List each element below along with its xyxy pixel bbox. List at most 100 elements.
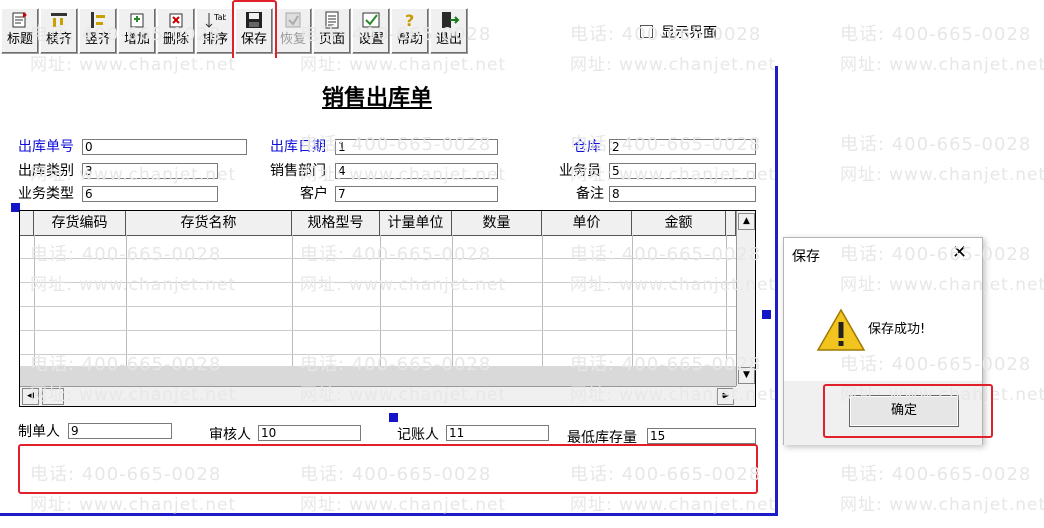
- remark-field[interactable]: 8: [609, 186, 756, 202]
- settings-button[interactable]: 设置: [352, 8, 390, 54]
- delete-button[interactable]: 删除: [157, 8, 195, 54]
- vertical-scrollbar[interactable]: ▲ ▼: [736, 211, 755, 386]
- sort-button[interactable]: Tab 排序: [196, 8, 234, 54]
- col-header-quantity[interactable]: 数量: [452, 211, 542, 235]
- watermark-phone: 电话: 400-665-0028: [840, 134, 1032, 155]
- scrollbar-corner: [736, 386, 755, 406]
- document-title: 销售出库单: [322, 85, 433, 111]
- warning-icon: [816, 308, 866, 351]
- min-stock-field[interactable]: 15: [647, 428, 756, 444]
- out-category-field[interactable]: 3: [82, 163, 218, 179]
- title-button[interactable]: 标题: [1, 8, 39, 54]
- close-icon[interactable]: ✕: [952, 244, 967, 262]
- exit-button-label: 退出: [435, 32, 462, 47]
- align-horizontal-icon: [51, 13, 67, 27]
- align-vertical-button[interactable]: 竖齐: [79, 8, 117, 54]
- svg-text:?: ?: [405, 11, 414, 29]
- out-no-field[interactable]: 0: [82, 139, 247, 155]
- col-header-unit[interactable]: 计量单位: [380, 211, 452, 235]
- svg-text:Tab: Tab: [213, 13, 226, 22]
- exit-button[interactable]: 退出: [430, 8, 468, 54]
- reviewer-field[interactable]: 10: [258, 425, 361, 441]
- page-icon: [325, 11, 339, 29]
- footer-highlight-box: [18, 444, 758, 494]
- bookkeeper-field[interactable]: 11: [446, 425, 549, 441]
- scroll-up-button[interactable]: ▲: [738, 213, 755, 230]
- maker-field[interactable]: 9: [68, 423, 172, 439]
- col-header-unit-price[interactable]: 单价: [542, 211, 632, 235]
- warehouse-field[interactable]: 2: [609, 139, 756, 155]
- checkbox-box[interactable]: [640, 25, 653, 38]
- sort-button-label: 排序: [201, 32, 228, 47]
- scroll-thumb[interactable]: [42, 388, 64, 405]
- biz-type-field[interactable]: 6: [82, 186, 218, 202]
- remark-label: 备注: [576, 186, 604, 202]
- resize-handle[interactable]: [762, 310, 771, 319]
- biz-type-label: 业务类型: [18, 186, 74, 202]
- title-button-label: 标题: [6, 32, 33, 47]
- delete-icon: [169, 13, 183, 28]
- show-interface-checkbox[interactable]: 显示界面: [640, 22, 717, 42]
- grid-row-line: [20, 282, 736, 283]
- settings-button-label: 设置: [357, 32, 384, 47]
- customer-field[interactable]: 7: [335, 186, 498, 202]
- grid-row-line: [20, 330, 736, 331]
- align-vertical-icon: [91, 12, 105, 28]
- col-header-amount[interactable]: 金额: [632, 211, 726, 235]
- grid-row-line: [20, 354, 736, 355]
- watermark-site: 网址: www.chanjet.net: [840, 495, 1044, 515]
- watermark-site: 网址: www.chanjet.net: [840, 165, 1044, 185]
- watermark-phone: 电话: 400-665-0028: [840, 464, 1032, 485]
- delete-button-label: 删除: [162, 32, 189, 47]
- align-vertical-button-label: 竖齐: [84, 32, 111, 47]
- frame-right-border: [775, 66, 778, 516]
- bookkeeper-label: 记账人: [397, 427, 439, 443]
- col-header-spec[interactable]: 规格型号: [292, 211, 380, 235]
- page-button[interactable]: 页面: [313, 8, 351, 54]
- salesperson-field[interactable]: 5: [609, 163, 756, 179]
- sales-dept-field[interactable]: 4: [335, 163, 498, 179]
- salesperson-label: 业务员: [559, 163, 601, 179]
- out-date-field[interactable]: 1: [335, 139, 498, 155]
- customer-label: 客户: [300, 186, 328, 202]
- scroll-down-button[interactable]: ▼: [738, 367, 755, 384]
- out-no-label: 出库单号: [18, 139, 74, 155]
- exit-icon: [442, 12, 460, 28]
- settings-icon: [362, 12, 380, 28]
- restore-button[interactable]: 恢复: [274, 8, 312, 54]
- dialog-message: 保存成功!: [868, 322, 926, 337]
- title-icon: [12, 12, 27, 28]
- col-header-item-code[interactable]: 存货编码: [34, 211, 126, 235]
- restore-button-label: 恢复: [279, 32, 306, 47]
- save-highlight-box: [232, 0, 277, 63]
- dialog-title: 保存: [792, 249, 820, 265]
- align-horizontal-button[interactable]: 横齐: [40, 8, 78, 54]
- help-button-label: 帮助: [396, 32, 423, 47]
- scroll-left-button[interactable]: ◀: [22, 388, 39, 405]
- restore-icon: [285, 12, 301, 28]
- toolbar: 标题 横齐 竖齐 增加 删除 Tab 排序 保存 恢复 页面 设置 ? 帮助 退…: [0, 0, 1044, 58]
- add-button[interactable]: 增加: [118, 8, 156, 54]
- scroll-right-button[interactable]: ▶: [717, 388, 734, 405]
- grid-row-line: [20, 258, 736, 259]
- grid-header-marker: [20, 211, 34, 235]
- add-button-label: 增加: [123, 32, 150, 47]
- out-date-label: 出库日期: [270, 139, 326, 155]
- maker-label: 制单人: [18, 424, 60, 440]
- detail-grid[interactable]: 存货编码 存货名称 规格型号 计量单位 数量 单价 金额 ▲ ▼ ◀ ▶: [19, 210, 756, 407]
- col-header-item-name[interactable]: 存货名称: [126, 211, 292, 235]
- grid-row-line: [20, 306, 736, 307]
- align-horizontal-button-label: 横齐: [45, 32, 72, 47]
- horizontal-scrollbar[interactable]: ◀ ▶: [20, 386, 736, 406]
- sort-icon: Tab: [205, 13, 226, 28]
- reviewer-label: 审核人: [209, 427, 251, 443]
- add-icon: [130, 13, 144, 28]
- resize-handle[interactable]: [389, 413, 398, 422]
- frame-bottom-border: [0, 513, 778, 516]
- page-button-label: 页面: [318, 32, 345, 47]
- ok-highlight-box: [823, 384, 993, 438]
- help-button[interactable]: ? 帮助: [391, 8, 429, 54]
- sales-dept-label: 销售部门: [270, 163, 326, 179]
- help-icon: ?: [405, 11, 414, 29]
- col-header-extra: [726, 211, 736, 235]
